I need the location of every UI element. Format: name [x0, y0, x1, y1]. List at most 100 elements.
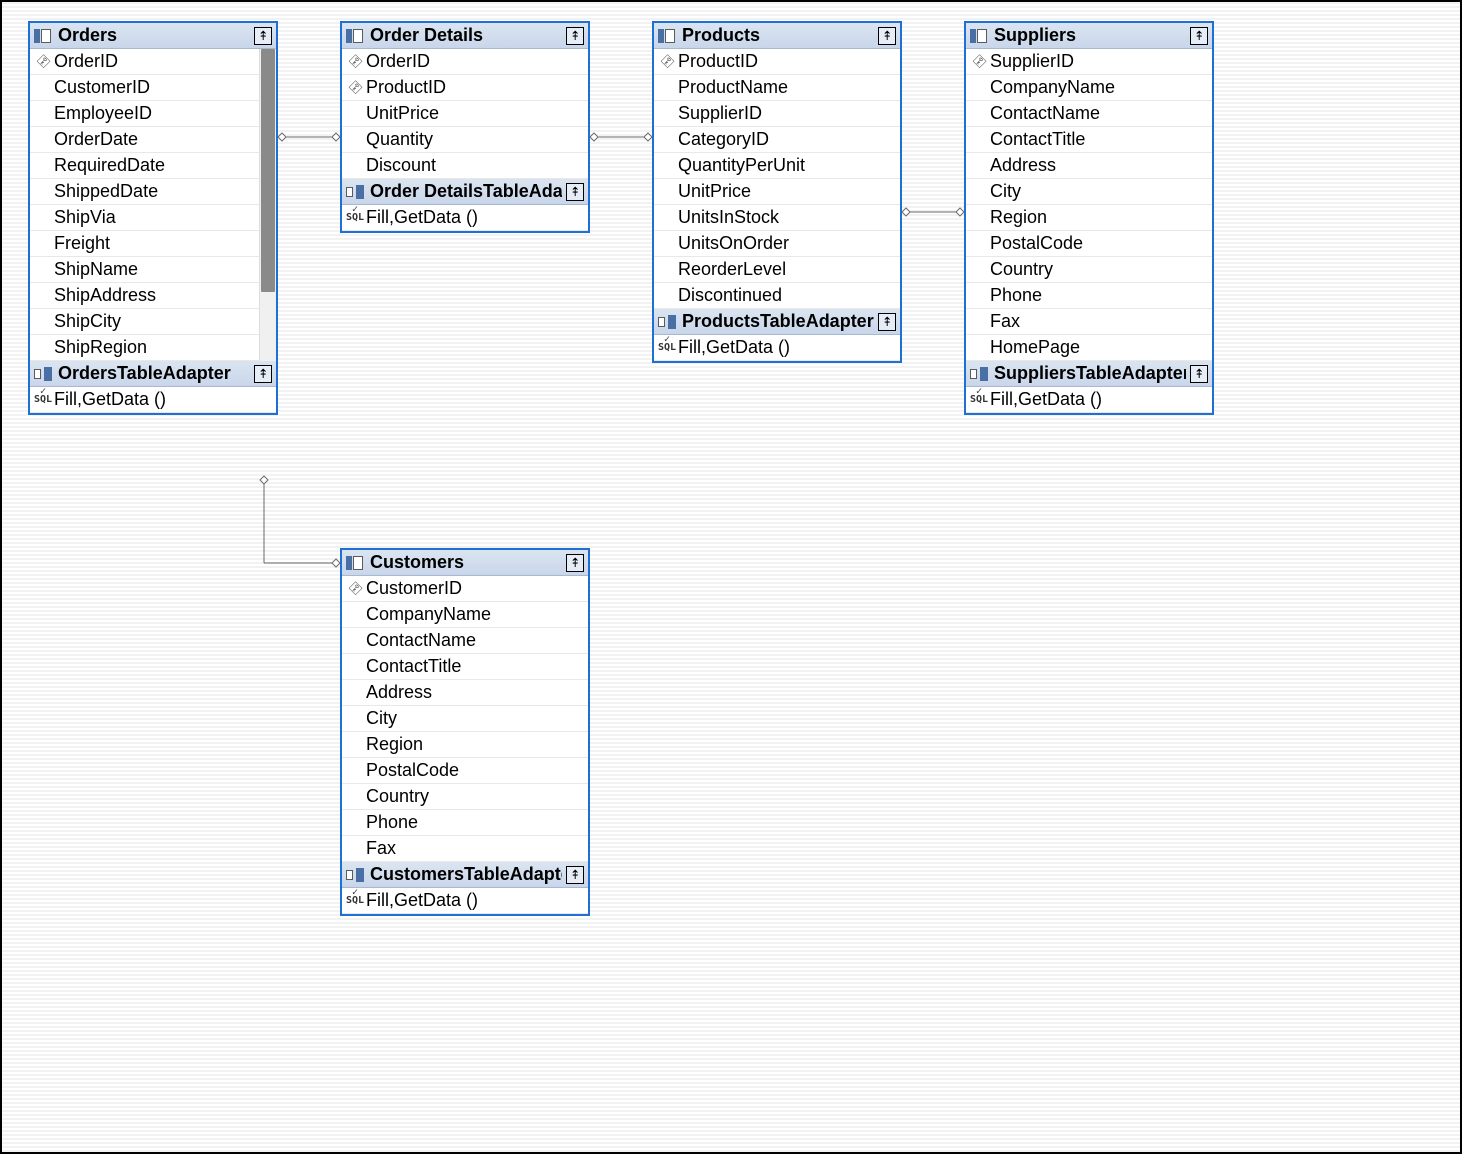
column-name: City: [990, 181, 1208, 202]
column-row[interactable]: ⚿OrderID: [30, 49, 276, 75]
entity-header[interactable]: Order Details⤉: [342, 23, 588, 49]
collapse-icon[interactable]: ⤉: [566, 183, 584, 201]
adapter-header[interactable]: OrdersTableAdapter⤉: [30, 361, 276, 387]
column-row[interactable]: Phone: [966, 283, 1212, 309]
column-row[interactable]: City: [342, 706, 588, 732]
adapter-header[interactable]: SuppliersTableAdapter⤉: [966, 361, 1212, 387]
collapse-icon[interactable]: ⤉: [566, 27, 584, 45]
column-row[interactable]: Discontinued: [654, 283, 900, 309]
column-name: HomePage: [990, 337, 1208, 358]
column-row[interactable]: ProductName: [654, 75, 900, 101]
column-row[interactable]: CompanyName: [966, 75, 1212, 101]
column-row[interactable]: ShipCity: [30, 309, 276, 335]
column-row[interactable]: ⚿CustomerID: [342, 576, 588, 602]
entity-title: Suppliers: [994, 25, 1186, 46]
column-row[interactable]: ShipRegion: [30, 335, 276, 361]
column-row[interactable]: OrderDate: [30, 127, 276, 153]
column-row[interactable]: Freight: [30, 231, 276, 257]
column-row[interactable]: UnitPrice: [654, 179, 900, 205]
column-name: QuantityPerUnit: [678, 155, 896, 176]
collapse-icon[interactable]: ⤉: [566, 554, 584, 572]
column-row[interactable]: Region: [342, 732, 588, 758]
collapse-icon[interactable]: ⤉: [878, 27, 896, 45]
column-row[interactable]: ⚿OrderID: [342, 49, 588, 75]
adapter-method-row[interactable]: SQLFill,GetData (): [654, 335, 900, 361]
entity-header[interactable]: Customers⤉: [342, 550, 588, 576]
column-row[interactable]: ⚿ProductID: [654, 49, 900, 75]
column-row[interactable]: ⚿ProductID: [342, 75, 588, 101]
column-row[interactable]: ShipName: [30, 257, 276, 283]
column-row[interactable]: Country: [342, 784, 588, 810]
table-icon: [34, 29, 52, 43]
entity-products[interactable]: Products⤉⚿ProductIDProductNameSupplierID…: [652, 21, 902, 363]
dataset-designer-canvas[interactable]: Orders⤉⚿OrderIDCustomerIDEmployeeIDOrder…: [0, 0, 1462, 1154]
column-row[interactable]: UnitPrice: [342, 101, 588, 127]
adapter-method-row[interactable]: SQLFill,GetData (): [342, 205, 588, 231]
key-icon-slot: ⚿: [656, 53, 678, 70]
column-row[interactable]: HomePage: [966, 335, 1212, 361]
adapter-header[interactable]: ProductsTableAdapter⤉: [654, 309, 900, 335]
column-name: ShipName: [54, 259, 272, 280]
column-row[interactable]: UnitsOnOrder: [654, 231, 900, 257]
scrollbar-thumb[interactable]: [261, 49, 275, 292]
column-row[interactable]: SupplierID: [654, 101, 900, 127]
adapter-method: Fill,GetData (): [54, 389, 272, 410]
collapse-icon[interactable]: ⤉: [254, 365, 272, 383]
column-row[interactable]: Country: [966, 257, 1212, 283]
sql-icon: SQL: [658, 342, 676, 353]
column-row[interactable]: PostalCode: [966, 231, 1212, 257]
column-row[interactable]: CustomerID: [30, 75, 276, 101]
collapse-icon[interactable]: ⤉: [254, 27, 272, 45]
column-row[interactable]: Phone: [342, 810, 588, 836]
column-row[interactable]: PostalCode: [342, 758, 588, 784]
column-row[interactable]: ContactTitle: [966, 127, 1212, 153]
column-list: ⚿ProductIDProductNameSupplierIDCategoryI…: [654, 49, 900, 309]
column-row[interactable]: ContactName: [342, 628, 588, 654]
collapse-icon[interactable]: ⤉: [1190, 365, 1208, 383]
entity-customers[interactable]: Customers⤉⚿CustomerIDCompanyNameContactN…: [340, 548, 590, 916]
collapse-icon[interactable]: ⤉: [566, 866, 584, 884]
adapter-method-row[interactable]: SQLFill,GetData (): [30, 387, 276, 413]
column-row[interactable]: Quantity: [342, 127, 588, 153]
adapter-method-row[interactable]: SQLFill,GetData (): [966, 387, 1212, 413]
column-row[interactable]: ContactName: [966, 101, 1212, 127]
column-row[interactable]: ⚿SupplierID: [966, 49, 1212, 75]
column-row[interactable]: Fax: [342, 836, 588, 862]
column-row[interactable]: ShipAddress: [30, 283, 276, 309]
entity-header[interactable]: Products⤉: [654, 23, 900, 49]
column-row[interactable]: Fax: [966, 309, 1212, 335]
column-row[interactable]: EmployeeID: [30, 101, 276, 127]
sql-icon-slot: SQL: [344, 212, 366, 223]
entity-suppliers[interactable]: Suppliers⤉⚿SupplierIDCompanyNameContactN…: [964, 21, 1214, 415]
column-row[interactable]: ShipVia: [30, 205, 276, 231]
column-row[interactable]: ContactTitle: [342, 654, 588, 680]
adapter-header[interactable]: CustomersTableAdapter⤉: [342, 862, 588, 888]
column-row[interactable]: CategoryID: [654, 127, 900, 153]
vertical-scrollbar[interactable]: [259, 49, 276, 361]
column-row[interactable]: Address: [342, 680, 588, 706]
column-row[interactable]: QuantityPerUnit: [654, 153, 900, 179]
column-row[interactable]: UnitsInStock: [654, 205, 900, 231]
column-row[interactable]: ReorderLevel: [654, 257, 900, 283]
column-row[interactable]: RequiredDate: [30, 153, 276, 179]
column-name: ProductID: [678, 51, 896, 72]
column-row[interactable]: City: [966, 179, 1212, 205]
entity-header[interactable]: Suppliers⤉: [966, 23, 1212, 49]
key-icon-slot: ⚿: [32, 53, 54, 70]
column-name: PostalCode: [990, 233, 1208, 254]
column-row[interactable]: ShippedDate: [30, 179, 276, 205]
collapse-icon[interactable]: ⤉: [878, 313, 896, 331]
entity-title: Orders: [58, 25, 250, 46]
adapter-method-row[interactable]: SQLFill,GetData (): [342, 888, 588, 914]
column-row[interactable]: Address: [966, 153, 1212, 179]
column-row[interactable]: Discount: [342, 153, 588, 179]
entity-order-details[interactable]: Order Details⤉⚿OrderID⚿ProductIDUnitPric…: [340, 21, 590, 233]
entity-orders[interactable]: Orders⤉⚿OrderIDCustomerIDEmployeeIDOrder…: [28, 21, 278, 415]
column-name: SupplierID: [990, 51, 1208, 72]
entity-header[interactable]: Orders⤉: [30, 23, 276, 49]
column-row[interactable]: Region: [966, 205, 1212, 231]
adapter-header[interactable]: Order DetailsTableAdapter⤉: [342, 179, 588, 205]
collapse-icon[interactable]: ⤉: [1190, 27, 1208, 45]
column-row[interactable]: CompanyName: [342, 602, 588, 628]
column-name: Fax: [366, 838, 584, 859]
